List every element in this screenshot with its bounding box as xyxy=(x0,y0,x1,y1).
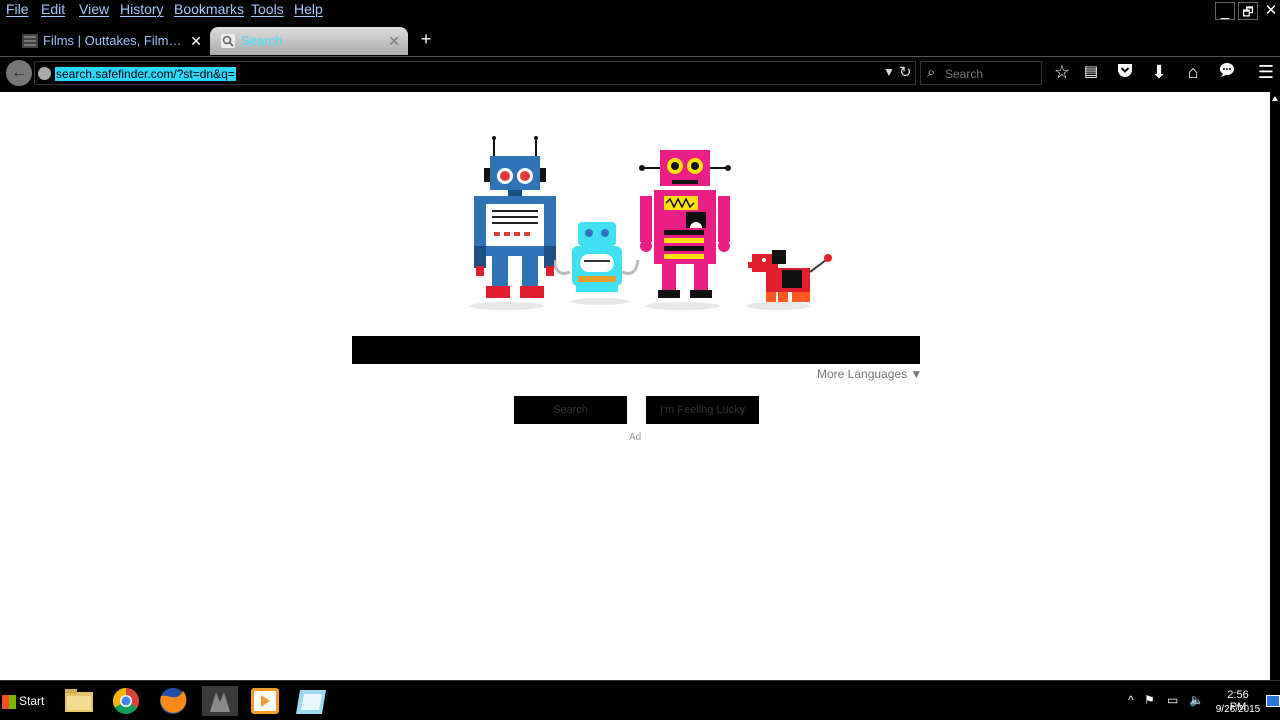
start-label: Start xyxy=(19,694,45,708)
windows-logo-icon xyxy=(2,694,16,709)
pocket-icon[interactable] xyxy=(1114,61,1136,83)
menu-tools[interactable]: Tools xyxy=(251,1,284,17)
page-viewport: More Languages ▼ Search I'm Feeling Luck… xyxy=(0,92,1270,680)
site-identity-icon[interactable] xyxy=(38,67,51,80)
download-icon[interactable]: ⬇ xyxy=(1148,61,1170,83)
start-button[interactable]: Start xyxy=(2,689,44,713)
minimize-button[interactable]: _ xyxy=(1215,2,1235,20)
close-tab-icon[interactable]: ✕ xyxy=(190,27,202,55)
chat-icon[interactable] xyxy=(1216,61,1238,83)
menu-help[interactable]: Help xyxy=(294,1,323,17)
url-text[interactable]: search.safefinder.com/?st=dn&q= xyxy=(55,67,236,81)
game-icon[interactable] xyxy=(198,684,242,718)
chat-shape xyxy=(1220,63,1234,77)
tab-label: Search xyxy=(241,33,283,48)
ad-label: Ad xyxy=(629,432,642,443)
search-input[interactable] xyxy=(352,336,920,364)
shadow xyxy=(570,298,630,305)
search-icon xyxy=(221,34,235,48)
film-icon xyxy=(22,34,38,48)
tab-films[interactable]: Films | Outtakes, Film Co... ✕ xyxy=(0,27,210,55)
taskbar: Start ^ ⚑ ▭ 🔈 2:56 PM 9/26/2015 xyxy=(0,680,1280,720)
volume-icon[interactable]: 🔈 xyxy=(1189,693,1204,707)
folder-icon[interactable] xyxy=(57,684,101,718)
menu-file[interactable]: File xyxy=(6,1,29,17)
robot-dog-icon xyxy=(748,250,832,302)
tab-bar: Films | Outtakes, Film Co... ✕ Search ✕ … xyxy=(0,22,1280,56)
nav-toolbar: ← search.safefinder.com/?st=dn&q= ▼ ↻ ⌕ … xyxy=(0,56,1280,88)
feeling-lucky-button[interactable]: I'm Feeling Lucky xyxy=(646,396,759,424)
toolbar-search-input[interactable] xyxy=(945,66,1037,81)
arrow-left-icon: ← xyxy=(11,64,27,81)
menu-bookmarks[interactable]: Bookmarks xyxy=(174,1,244,17)
star-icon[interactable]: ☆ xyxy=(1051,61,1073,83)
restore-button[interactable]: 🗗 xyxy=(1238,2,1258,20)
screen: File Edit View History Bookmarks Tools H… xyxy=(0,0,1280,720)
pink-robot-icon xyxy=(639,150,731,298)
tab-search[interactable]: Search ✕ xyxy=(210,27,408,55)
menu-view[interactable]: View xyxy=(79,1,109,17)
search-icon: ⌕ xyxy=(927,64,936,81)
home-icon[interactable]: ⌂ xyxy=(1182,61,1204,83)
close-window-button[interactable]: ✕ xyxy=(1261,2,1280,20)
tray-expand-icon[interactable]: ^ xyxy=(1128,693,1134,707)
pocket-shape xyxy=(1118,64,1132,77)
toolbar-search-box[interactable]: ⌕ xyxy=(920,61,1042,85)
search-button[interactable]: Search xyxy=(514,396,627,424)
cyan-robot-icon xyxy=(554,222,640,292)
scroll-up-icon[interactable] xyxy=(1272,96,1278,101)
firefox-icon[interactable] xyxy=(151,684,195,718)
url-bar[interactable]: search.safefinder.com/?st=dn&q= ▼ ↻ xyxy=(34,61,916,85)
url-history-dropdown-icon[interactable]: ▼ xyxy=(883,65,895,79)
network-icon[interactable]: ▭ xyxy=(1167,693,1178,707)
show-desktop-icon[interactable] xyxy=(1266,695,1280,707)
close-tab-icon[interactable]: ✕ xyxy=(388,27,400,55)
blue-robot-icon xyxy=(474,136,556,298)
action-center-icon[interactable]: ⚑ xyxy=(1144,693,1155,707)
tab-label: Films | Outtakes, Film Co... xyxy=(43,33,185,48)
notes-icon[interactable] xyxy=(290,684,334,718)
menu-icon[interactable]: ☰ xyxy=(1255,61,1277,83)
menu-history[interactable]: History xyxy=(120,1,164,17)
vertical-scrollbar[interactable] xyxy=(1270,92,1280,680)
reload-icon[interactable]: ↻ xyxy=(899,63,912,81)
reading-list-icon[interactable]: ▤ xyxy=(1080,61,1102,83)
media-player-icon[interactable] xyxy=(243,684,287,718)
new-tab-button[interactable]: + xyxy=(417,27,435,51)
back-button[interactable]: ← xyxy=(6,60,32,86)
menu-bar: File Edit View History Bookmarks Tools H… xyxy=(0,0,1280,20)
menu-edit[interactable]: Edit xyxy=(41,1,65,17)
clock-date[interactable]: 9/26/2015 xyxy=(1213,704,1263,715)
chrome-icon[interactable] xyxy=(104,684,148,718)
robots-illustration xyxy=(460,132,840,322)
more-languages-link[interactable]: More Languages ▼ xyxy=(817,366,922,382)
